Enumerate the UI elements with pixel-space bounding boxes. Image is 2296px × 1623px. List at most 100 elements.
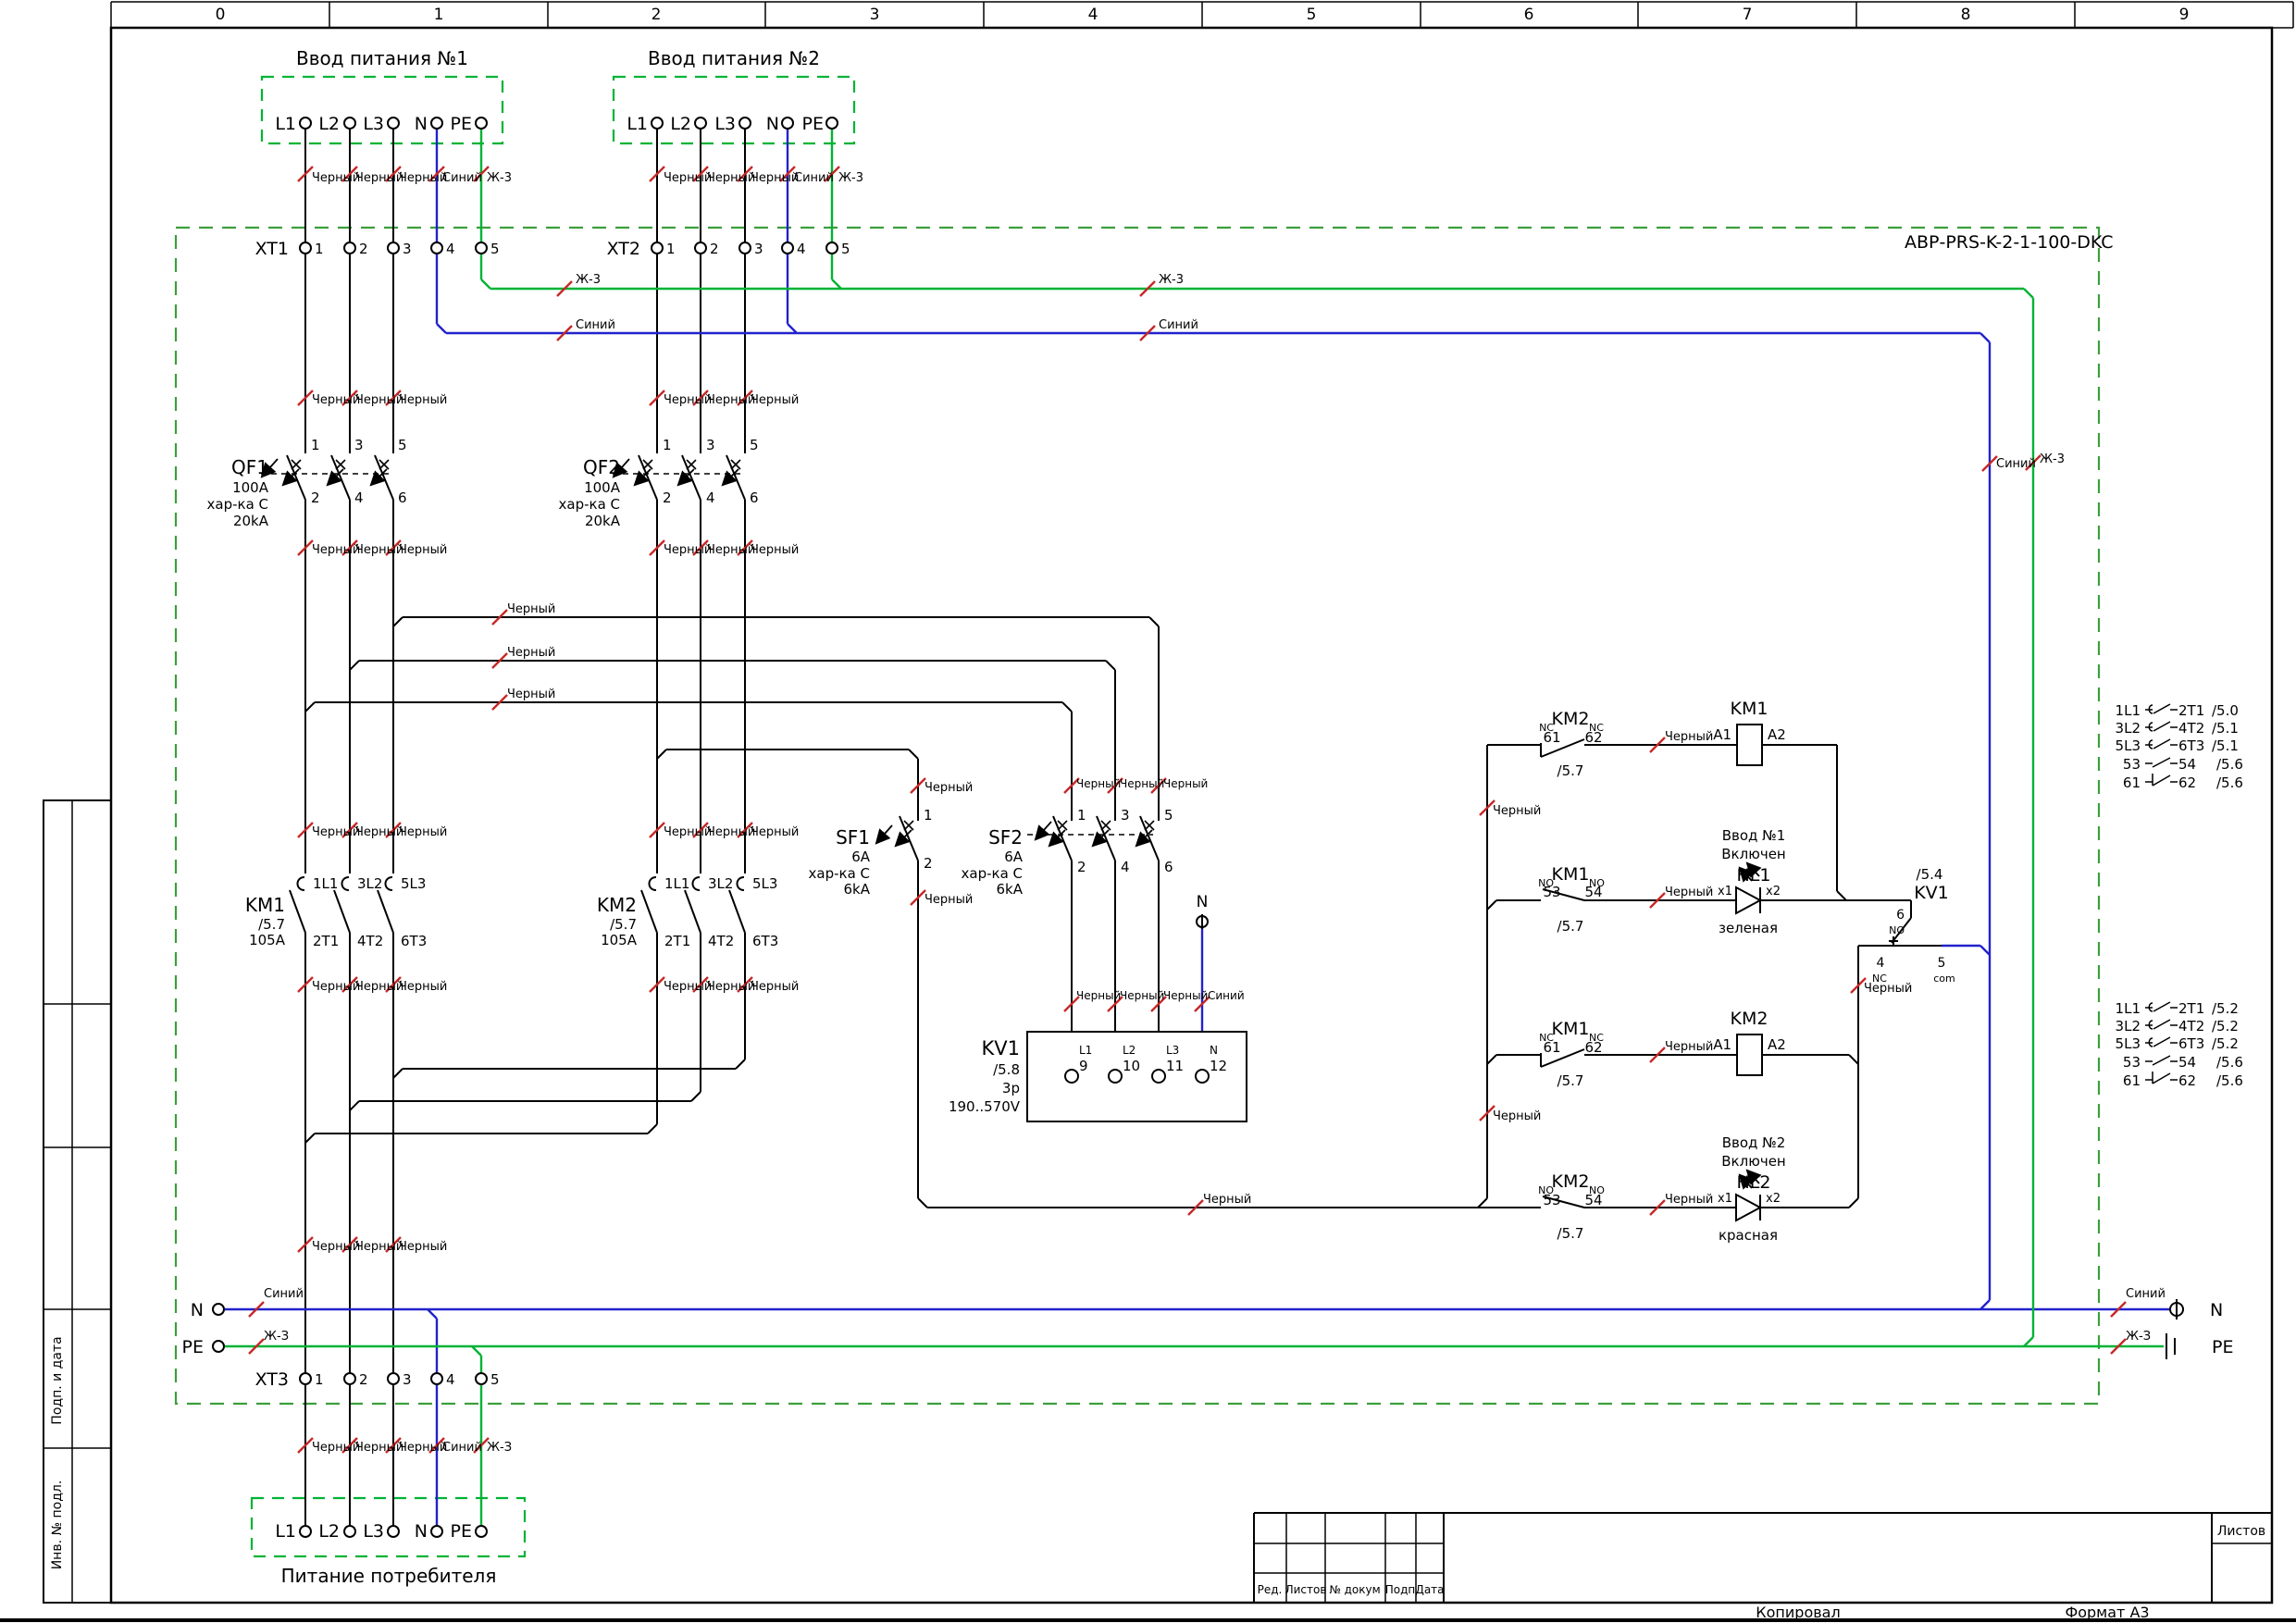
wire-color-label: Черный <box>355 1441 403 1455</box>
n-terminal-right-icon <box>2169 1299 2184 1319</box>
sf1-label: SF1 <box>836 826 870 849</box>
terminal-circle <box>651 117 664 130</box>
input1-PE: PE <box>451 114 472 134</box>
wire-color-label: Черный <box>507 646 555 660</box>
km1-xref-ref: /5.1 <box>2212 720 2239 737</box>
km1-no-name: KM1 <box>1552 864 1590 885</box>
kv1-poles: 3p <box>1002 1080 1020 1096</box>
input2-title: Ввод питания №2 <box>648 47 820 69</box>
ruler-3: 3 <box>870 6 880 24</box>
xt3-3: 3 <box>403 1371 412 1388</box>
km1-xref-r: 4T2 <box>2178 720 2204 737</box>
wire-color-label: Черный <box>1665 1193 1713 1207</box>
km2-nc-62: 62 <box>1584 729 1602 746</box>
km1-coil-a1: A1 <box>1713 726 1731 743</box>
hl2-caption-1: Ввод №2 <box>1722 1134 1786 1151</box>
qf1-label: QF1 <box>231 456 268 478</box>
wire-color-label: Черный <box>355 1240 403 1254</box>
hl1-caption-2: Включен <box>1721 846 1785 862</box>
wire-color-label: Черный <box>1493 1109 1541 1123</box>
wire-color-label: Синий <box>576 318 615 332</box>
hl2-label: HL2 <box>1737 1172 1771 1193</box>
wire-color-label: Черный <box>355 543 403 557</box>
km1-no-ref: /5.7 <box>1558 918 1584 935</box>
stamp-podp-i-data: Подп. и дата <box>50 1336 65 1424</box>
wire-color-label: Черный <box>1076 777 1121 790</box>
kv1-12: 12 <box>1210 1058 1227 1074</box>
terminal-circle <box>738 242 751 254</box>
terminal-circle <box>738 117 751 130</box>
xt2-label: XT2 <box>607 239 640 259</box>
km2-nc-61: 61 <box>1543 729 1560 746</box>
km2-xref-r: 6T3 <box>2178 1035 2204 1052</box>
xt3-label: XT3 <box>255 1369 289 1390</box>
wire-color-label: Синий <box>1996 457 2036 471</box>
wire-color-label: Черный <box>1120 777 1164 790</box>
terminal-circle <box>825 242 838 254</box>
km2-no-name: KM2 <box>1552 1171 1590 1192</box>
terminal-circle <box>430 117 443 130</box>
kv1-9: 9 <box>1079 1058 1088 1074</box>
wire-color-label: Синий <box>2126 1287 2166 1301</box>
qf2-t6: 6 <box>750 489 759 506</box>
sf1-t1: 1 <box>924 807 933 824</box>
stamp-inv-n-podl: Инв. № подл. <box>50 1481 65 1570</box>
km2-coil-a1: A1 <box>1713 1036 1731 1053</box>
wire-color-label: Черный <box>664 543 712 557</box>
km2-xref-l: 1L1 <box>2116 1000 2141 1017</box>
wire-color-label: Ж-З <box>2126 1330 2151 1344</box>
km2-1L1: 1L1 <box>664 875 689 892</box>
sf1-breaker-icon <box>875 816 918 861</box>
wire-color-label: Черный <box>312 393 360 407</box>
qf2-t3: 3 <box>706 437 715 453</box>
wire-color-label: Ж-3 <box>576 273 601 287</box>
qf2-curve: хар-ка C <box>559 496 621 513</box>
qf2-label: QF2 <box>583 456 620 478</box>
terminal-circle <box>694 242 707 254</box>
wire-color-label: Черный <box>399 1240 447 1254</box>
km1-xref-l: 61 <box>2123 774 2141 791</box>
wire-color-label: Черный <box>1665 730 1713 744</box>
schematic-sheet: 0 1 2 3 4 5 6 7 8 9 Ввод питания №1 Ввод питания №2… <box>0 0 2296 1623</box>
xref-contact-symbols <box>2145 703 2178 1084</box>
km1-xref-ref: /5.0 <box>2212 702 2239 719</box>
km2-no-ref: /5.7 <box>1558 1225 1584 1242</box>
terminal-circle <box>343 1525 356 1538</box>
wire-color-label: Черный <box>1120 989 1164 1002</box>
titleblock-listov: Листов <box>1285 1583 1327 1596</box>
kv1-ref: /5.8 <box>993 1061 1020 1078</box>
km1-3L2: 3L2 <box>357 875 382 892</box>
km2-xref-l: 61 <box>2123 1072 2141 1089</box>
wire-color-label: Черный <box>507 602 555 616</box>
sf2-t6: 6 <box>1164 859 1173 875</box>
consumer-L1: L1 <box>275 1521 296 1542</box>
xref-contact-glyph <box>2145 703 2178 1084</box>
ruler-7: 7 <box>1743 6 1753 24</box>
ruler-6: 6 <box>1524 6 1534 24</box>
km2-xref-r: 2T1 <box>2178 1000 2204 1017</box>
input2-L2: L2 <box>670 114 691 134</box>
terminal-circle <box>475 1525 488 1538</box>
pe-bus-label-left: PE <box>182 1337 204 1357</box>
wire-color-label: Ж-З <box>264 1330 289 1344</box>
sf2-rating: 6A <box>1004 849 1024 865</box>
wire-color-label: Синий <box>442 1441 482 1455</box>
xt3-2: 2 <box>359 1371 368 1388</box>
input2-L1: L1 <box>627 114 648 134</box>
wire-color-label: Черный <box>664 980 712 994</box>
wire-color-label: Черный <box>399 393 447 407</box>
sf2-breaking: 6kA <box>997 881 1024 898</box>
wire-color-label: Черный <box>707 171 755 185</box>
wire-color-label: Черный <box>707 825 755 839</box>
ruler-2: 2 <box>652 6 662 24</box>
terminal-circle <box>694 117 707 130</box>
qf2-breaking: 20kA <box>585 513 621 529</box>
xt1-label: XT1 <box>255 239 289 259</box>
terminal-circle <box>212 1303 225 1316</box>
wire-color-label: Черный <box>1163 777 1208 790</box>
wire-color-label: Черный <box>355 393 403 407</box>
terminal-circle <box>430 1372 443 1385</box>
km2-5L3: 5L3 <box>752 875 777 892</box>
wire-color-label: Черный <box>399 1441 447 1455</box>
sf2-t3: 3 <box>1121 807 1130 824</box>
